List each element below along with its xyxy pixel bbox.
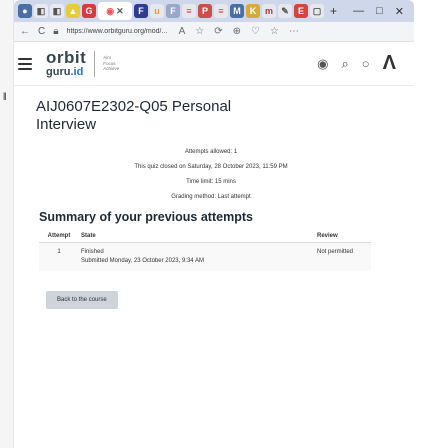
header-icons: ◉ ⌕ ○ Λ <box>317 52 414 75</box>
notifications-icon[interactable]: ◉ <box>317 56 328 72</box>
column-header-state: State <box>79 230 315 243</box>
logo-tagline: Aim Focus Achieve <box>103 55 120 72</box>
window-controls: — □ ✕ <box>353 5 414 18</box>
logo-divider <box>94 50 96 77</box>
tab-favicon-icon[interactable]: G <box>82 4 96 18</box>
time-limit: Time limit: 15 mins <box>186 179 236 185</box>
attempts-table: Attempt State Review 1 Finished Submitte… <box>39 230 371 271</box>
tab-favicon-icon[interactable]: ◧ <box>50 4 64 18</box>
site-header: orbit guru.id Aim Focus Achieve ◉ ⌕ ○ Λ <box>14 42 414 86</box>
tab-favicon-icon[interactable]: F <box>134 4 148 18</box>
table-row: 1 Finished Submitted Monday, 23 October … <box>39 242 371 272</box>
tab-favicon-icon[interactable]: m <box>262 4 276 18</box>
tab-favicon-icon[interactable]: ✎ <box>278 4 292 18</box>
collections-icon[interactable]: ☆ <box>270 26 279 37</box>
new-tab-button[interactable]: + <box>330 4 337 18</box>
extensions-icon[interactable]: ⊕ <box>233 26 241 37</box>
minimize-button[interactable]: — <box>353 5 364 18</box>
tab-favicon-icon[interactable]: ◧ <box>34 4 48 18</box>
tab-list: ● ◧ ◧ ▲ G ◉ ✕ F u F ≡ P ≡ M K m ✎ E ▢ + <box>14 0 337 22</box>
heart-icon[interactable]: ♡ <box>251 26 260 37</box>
site-logo[interactable]: orbit guru.id Aim Focus Achieve <box>46 49 121 78</box>
review-status: Not permitted <box>317 249 354 255</box>
page-title: AIJ0607E2302-Q05 Personal Interview <box>36 98 232 133</box>
grading-method: Grading method: Last attempt <box>171 194 251 200</box>
pause-icon: ll <box>3 92 7 103</box>
tab-close-icon[interactable]: ✕ <box>116 6 124 17</box>
back-arrow-icon[interactable]: ← <box>20 26 30 37</box>
quiz-info: Attempts allowed: 1 This quiz closed on … <box>36 149 386 200</box>
browser-tab-strip: ● ◧ ◧ ▲ G ◉ ✕ F u F ≡ P ≡ M K m ✎ E ▢ + … <box>14 0 414 22</box>
tab-favicon-icon[interactable]: F <box>166 4 180 18</box>
tab-favicon-icon[interactable]: u <box>150 4 164 18</box>
back-to-course-button[interactable]: Back to the course <box>46 291 118 309</box>
active-tab[interactable]: ◉ ✕ <box>98 2 132 20</box>
column-header-review: Review <box>315 230 371 243</box>
address-bar-icons: A ☆ ⟳ ⊕ ♡ ☆ ⋯ <box>179 26 299 37</box>
tab-favicon-icon[interactable]: P <box>198 4 212 18</box>
close-window-button[interactable]: ✕ <box>395 5 404 18</box>
attempt-state: Finished Submitted Monday, 23 October 20… <box>79 243 315 272</box>
tab-favicon-icon[interactable]: ≡ <box>214 4 228 18</box>
attempts-summary-heading: Summary of your previous attempts <box>39 210 253 224</box>
more-options-icon[interactable]: ⋯ <box>289 26 299 37</box>
left-edge-strip: ll <box>0 0 14 448</box>
logo-orbit-text: orbit <box>46 48 87 67</box>
lock-icon: 🔒︎ <box>53 26 59 37</box>
hamburger-menu-icon[interactable] <box>18 57 32 70</box>
chat-icon[interactable]: ○ <box>362 56 370 71</box>
tab-favicon-icon[interactable]: E <box>294 4 308 18</box>
browser-address-bar: ← C 🔒︎ https://www.orbitguru.org/mod/...… <box>14 22 414 42</box>
maximize-button[interactable]: □ <box>376 5 383 18</box>
logo-guru-text: guru.id <box>46 66 84 78</box>
submitted-date: Submitted Monday, 23 October 2023, 9:34 … <box>81 258 204 264</box>
tab-favicon-icon[interactable]: M <box>230 4 244 18</box>
state-label: Finished <box>81 249 104 255</box>
tab-favicon-icon[interactable]: K <box>246 4 260 18</box>
messages-icon[interactable]: ⌕ <box>342 56 349 72</box>
attempts-allowed: Attempts allowed: 1 <box>184 149 238 155</box>
quiz-closed-date: This quiz closed on Saturday, 28 October… <box>134 164 288 170</box>
column-header-attempt: Attempt <box>39 230 79 243</box>
tab-favicon-icon[interactable]: ● <box>18 4 32 18</box>
refresh-icon[interactable]: ⟳ <box>214 26 222 37</box>
tab-favicon-icon[interactable]: ≡ <box>182 4 196 18</box>
url-field[interactable]: https://www.orbitguru.org/mod/... <box>67 28 167 35</box>
user-avatar-icon[interactable]: Λ <box>383 52 396 75</box>
tab-favicon-icon[interactable]: ▲ <box>66 4 80 18</box>
tab-favicon-icon: ◉ <box>106 5 115 16</box>
reload-icon[interactable]: C <box>38 26 45 37</box>
table-header-row: Attempt State Review <box>39 230 371 243</box>
tab-favicon-icon[interactable]: ▢ <box>310 4 324 18</box>
main-content: AIJ0607E2302-Q05 Personal Interview Atte… <box>16 86 406 448</box>
attempt-number: 1 <box>57 249 61 255</box>
read-aloud-icon[interactable]: A <box>179 26 186 37</box>
favorite-star-icon[interactable]: ☆ <box>195 26 204 37</box>
